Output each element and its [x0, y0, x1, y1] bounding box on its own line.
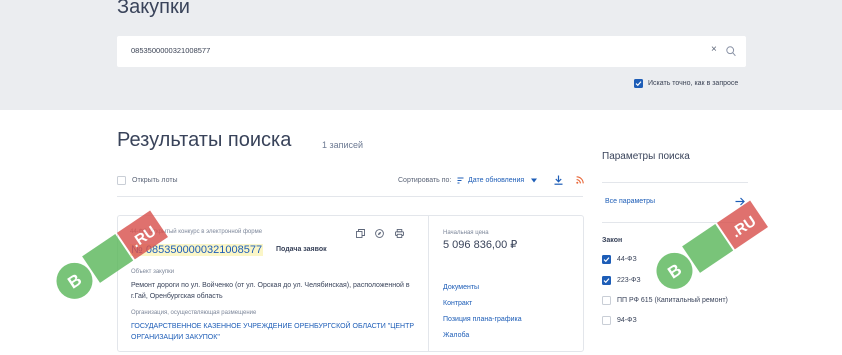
object-description: Ремонт дороги по ул. Войченко (от ул. Ор… — [131, 282, 410, 300]
complaint-link[interactable]: Жалоба — [443, 332, 469, 339]
law-checkbox[interactable] — [602, 276, 611, 285]
check-icon — [635, 81, 642, 87]
copy-icon[interactable] — [356, 229, 365, 238]
print-icon[interactable] — [395, 229, 404, 238]
law-section-title: Закон — [602, 237, 623, 244]
all-params-link[interactable]: Все параметры — [605, 198, 655, 205]
search-icon[interactable] — [726, 46, 736, 57]
contract-link[interactable]: Контракт — [443, 300, 472, 307]
download-icon[interactable] — [554, 175, 563, 185]
open-lots-checkbox[interactable] — [117, 176, 126, 185]
law-label: 94-ФЗ — [617, 317, 637, 324]
search-input[interactable]: 0853500000321008577 × — [117, 36, 746, 67]
start-price: 5 096 836,00 ₽ — [443, 239, 518, 251]
plan-position-link[interactable]: Позиция плана-графика — [443, 316, 522, 323]
law-option-223fz[interactable]: 223-ФЗ — [602, 276, 641, 285]
sort-label: Сортировать по: — [398, 177, 452, 184]
org-caption: Организация, осуществляющая размещение — [131, 310, 257, 316]
law-option-94fz[interactable]: 94-ФЗ — [602, 316, 637, 325]
exact-search-checkbox[interactable] — [634, 79, 643, 88]
check-icon — [603, 257, 610, 263]
params-title: Параметры поиска — [602, 151, 690, 162]
check-icon — [603, 278, 610, 284]
rss-icon[interactable] — [576, 176, 584, 184]
law-option-44fz[interactable]: 44-ФЗ — [602, 255, 637, 264]
law-label: 44-ФЗ — [617, 256, 637, 263]
sort-icon[interactable] — [457, 177, 464, 184]
exact-search-label: Искать точно, как в запросе — [648, 80, 739, 87]
exact-search-option[interactable]: Искать точно, как в запросе — [634, 79, 738, 88]
law-label: 223-ФЗ — [617, 277, 641, 284]
search-input-value[interactable]: 0853500000321008577 — [131, 46, 210, 55]
clear-icon[interactable]: × — [711, 44, 717, 55]
watermark-logo: В .RU — [656, 200, 768, 289]
documents-link[interactable]: Документы — [443, 284, 479, 291]
results-title: Результаты поиска — [117, 129, 292, 151]
law-checkbox[interactable] — [602, 316, 611, 325]
divider — [428, 216, 429, 351]
chevron-down-icon[interactable] — [531, 178, 537, 183]
organization-link[interactable]: ГОСУДАРСТВЕННОЕ КАЗЕННОЕ УЧРЕЖДЕНИЕ ОРЕН… — [131, 321, 416, 343]
results-count: 1 записей — [322, 140, 364, 150]
law-checkbox[interactable] — [602, 255, 611, 264]
page-title: Закупки — [117, 0, 190, 18]
stage-status: Подача заявок — [276, 246, 327, 253]
sort-dropdown[interactable]: Дате обновления — [468, 177, 524, 184]
price-caption: Начальная цена — [443, 230, 489, 236]
divider — [602, 182, 748, 183]
law-checkbox[interactable] — [602, 296, 611, 305]
search-header: Закупки 0853500000321008577 × Искать точ… — [0, 0, 842, 110]
compass-icon[interactable] — [375, 229, 384, 238]
